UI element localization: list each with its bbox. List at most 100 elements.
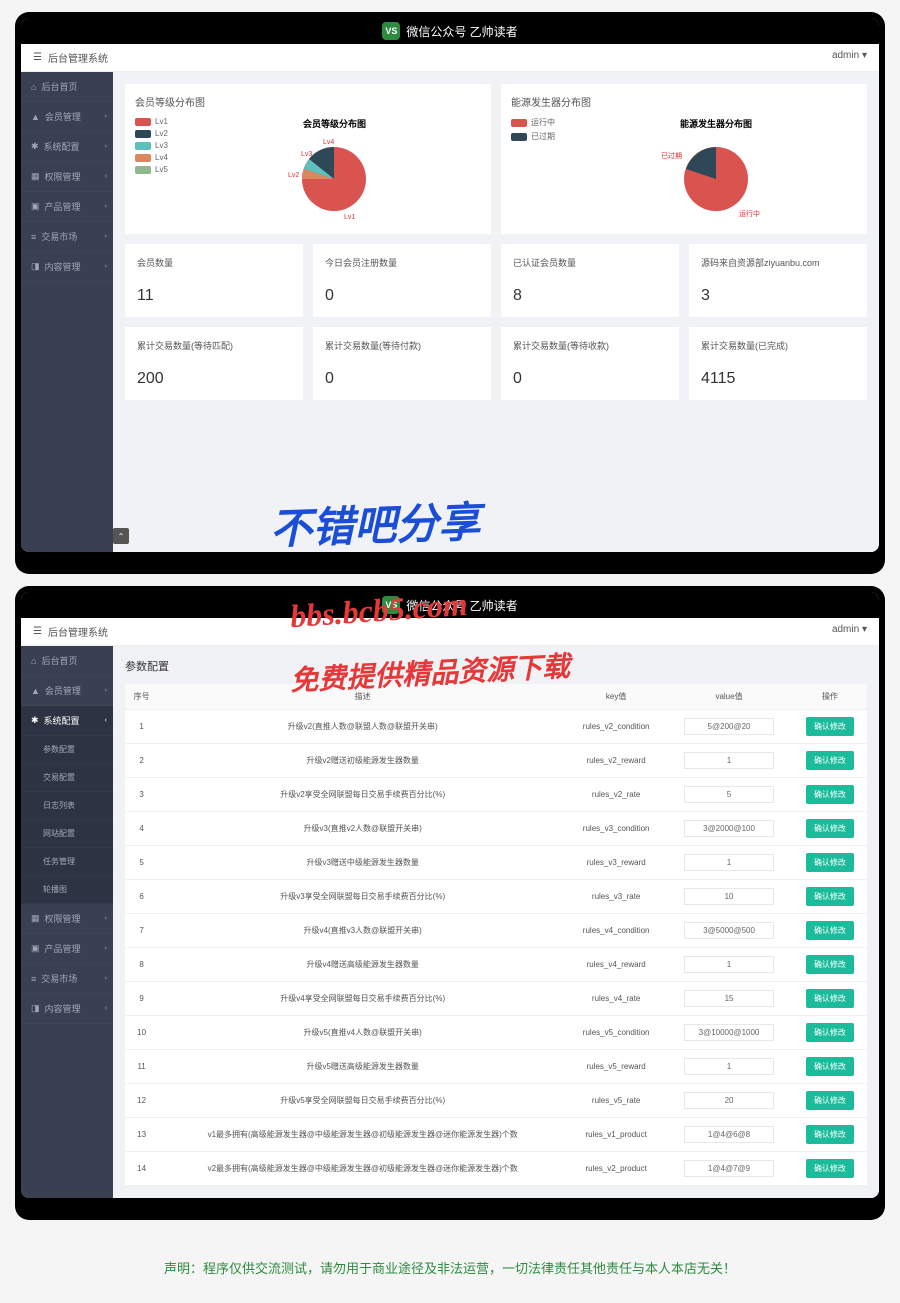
scroll-top-icon[interactable]: ⌃ [113,528,129,544]
menu-icon[interactable]: ☰ [33,52,42,63]
value-input[interactable] [684,888,774,905]
table-row: 4 升级v3(直推v2人数@联盟开关串) rules_v3_condition … [125,812,867,846]
confirm-button[interactable]: 确认修改 [806,1091,854,1110]
sidebar-item[interactable]: ◨内容管理› [21,994,113,1024]
nav-label: 系统配置 [44,140,80,153]
confirm-button[interactable]: 确认修改 [806,887,854,906]
legend-item[interactable]: Lv3 [135,141,168,150]
confirm-button[interactable]: 确认修改 [806,989,854,1008]
confirm-button[interactable]: 确认修改 [806,955,854,974]
legend-item[interactable]: Lv4 [135,153,168,162]
stat-card: 累计交易数量(已完成)4115 [689,327,867,400]
user-menu[interactable]: admin ▾ [832,624,867,639]
value-input[interactable] [684,1126,774,1143]
sidebar-sub-item[interactable]: 参数配置 [21,736,113,764]
cell-no: 12 [125,1084,158,1118]
sidebar-item[interactable]: ◨内容管理› [21,252,113,282]
cell-desc: 升级v5(直推v4人数@联盟开关串) [158,1016,567,1050]
stat-value: 8 [513,287,667,305]
confirm-button[interactable]: 确认修改 [806,1125,854,1144]
value-input[interactable] [684,786,774,803]
table-row: 12 升级v5享受全网联盟每日交易手续费百分比(%) rules_v5_rate… [125,1084,867,1118]
stat-label: 源码来自资源部ziyuanbu.com [701,256,855,269]
sidebar-sub-item[interactable]: 日志列表 [21,792,113,820]
confirm-button[interactable]: 确认修改 [806,785,854,804]
confirm-button[interactable]: 确认修改 [806,1023,854,1042]
sidebar: ⌂后台首页 ▲ 会员管理 › ✱系统配置›▦权限管理›▣产品管理›≡交易市场›◨内容管理… [21,72,113,552]
value-input[interactable] [684,1058,774,1075]
sidebar-item[interactable]: ▣产品管理› [21,934,113,964]
chevron-right-icon: › [105,1005,107,1012]
stat-label: 累计交易数量(等待收款) [513,339,667,352]
value-input[interactable] [684,718,774,735]
sidebar-item[interactable]: ≡交易市场› [21,964,113,994]
chevron-right-icon: › [105,975,107,982]
value-input[interactable] [684,956,774,973]
sidebar-item[interactable]: ▲会员管理› [21,676,113,706]
confirm-button[interactable]: 确认修改 [806,1159,854,1178]
cell-desc: 升级v3(直推v2人数@联盟开关串) [158,812,567,846]
sidebar-item[interactable]: ⌂后台首页 [21,646,113,676]
sidebar-item[interactable]: ▣产品管理› [21,192,113,222]
legend-item[interactable]: Lv1 [135,117,168,126]
nav-icon: ▲ [31,686,40,696]
table-row: 7 升级v4(直推v3人数@联盟开关串) rules_v4_condition … [125,914,867,948]
nav-label: 后台首页 [41,654,77,667]
confirm-button[interactable]: 确认修改 [806,717,854,736]
value-input[interactable] [684,922,774,939]
menu-icon[interactable]: ☰ [33,626,42,637]
confirm-button[interactable]: 确认修改 [806,853,854,872]
user-menu[interactable]: admin ▾ [832,50,867,65]
cell-key: rules_v4_reward [567,948,665,982]
sidebar-item[interactable]: ▦权限管理› [21,904,113,934]
nav-icon: ≡ [31,232,36,242]
cell-no: 6 [125,880,158,914]
sidebar-item[interactable]: ≡交易市场› [21,222,113,252]
sidebar-item[interactable]: ⌂后台首页 [21,72,113,102]
cell-desc: 升级v2(直推人数@联盟人数@联盟开关串) [158,710,567,744]
stat-label: 累计交易数量(已完成) [701,339,855,352]
confirm-button[interactable]: 确认修改 [806,819,854,838]
stat-label: 累计交易数量(等待匹配) [137,339,291,352]
legend-item[interactable]: 已过期 [511,131,555,142]
sidebar-sub-item[interactable]: 轮播图 [21,876,113,904]
stat-label: 已认证会员数量 [513,256,667,269]
nav-label: 会员管理 [45,684,81,697]
cell-no: 13 [125,1118,158,1152]
sidebar-item[interactable]: ▲会员管理› [21,102,113,132]
nav-icon: ▦ [31,171,40,182]
value-input[interactable] [684,820,774,837]
sidebar-sub-item[interactable]: 交易配置 [21,764,113,792]
svg-text:已过期: 已过期 [661,151,682,160]
legend-swatch [135,118,151,126]
value-input[interactable] [684,1024,774,1041]
confirm-button[interactable]: 确认修改 [806,1057,854,1076]
chevron-right-icon: › [105,915,107,922]
sidebar-sub-item[interactable]: 任务管理 [21,848,113,876]
chevron-right-icon: › [105,173,107,180]
cell-key: rules_v5_condition [567,1016,665,1050]
sidebar-item[interactable]: ▦权限管理› [21,162,113,192]
card-title: 会员等级分布图 [135,94,481,109]
legend-swatch [135,130,151,138]
value-input[interactable] [684,752,774,769]
legend-item[interactable]: Lv2 [135,129,168,138]
legend-item[interactable]: Lv5 [135,165,168,174]
nav-icon: ▲ [31,112,40,122]
legend-item[interactable]: 运行中 [511,117,555,128]
value-input[interactable] [684,990,774,1007]
nav-label: 会员管理 [45,110,81,123]
sidebar-item[interactable]: ✱系统配置‹ [21,706,113,736]
table-row: 1 升级v2(直推人数@联盟人数@联盟开关串) rules_v2_conditi… [125,710,867,744]
cell-key: rules_v2_rate [567,778,665,812]
sidebar-item[interactable]: ✱系统配置› [21,132,113,162]
cell-no: 14 [125,1152,158,1186]
confirm-button[interactable]: 确认修改 [806,751,854,770]
value-input[interactable] [684,1092,774,1109]
svg-text:Lv1: Lv1 [344,214,355,221]
confirm-button[interactable]: 确认修改 [806,921,854,940]
sidebar-sub-item[interactable]: 网站配置 [21,820,113,848]
value-input[interactable] [684,854,774,871]
card-title: 能源发生器分布图 [511,94,857,109]
value-input[interactable] [684,1160,774,1177]
